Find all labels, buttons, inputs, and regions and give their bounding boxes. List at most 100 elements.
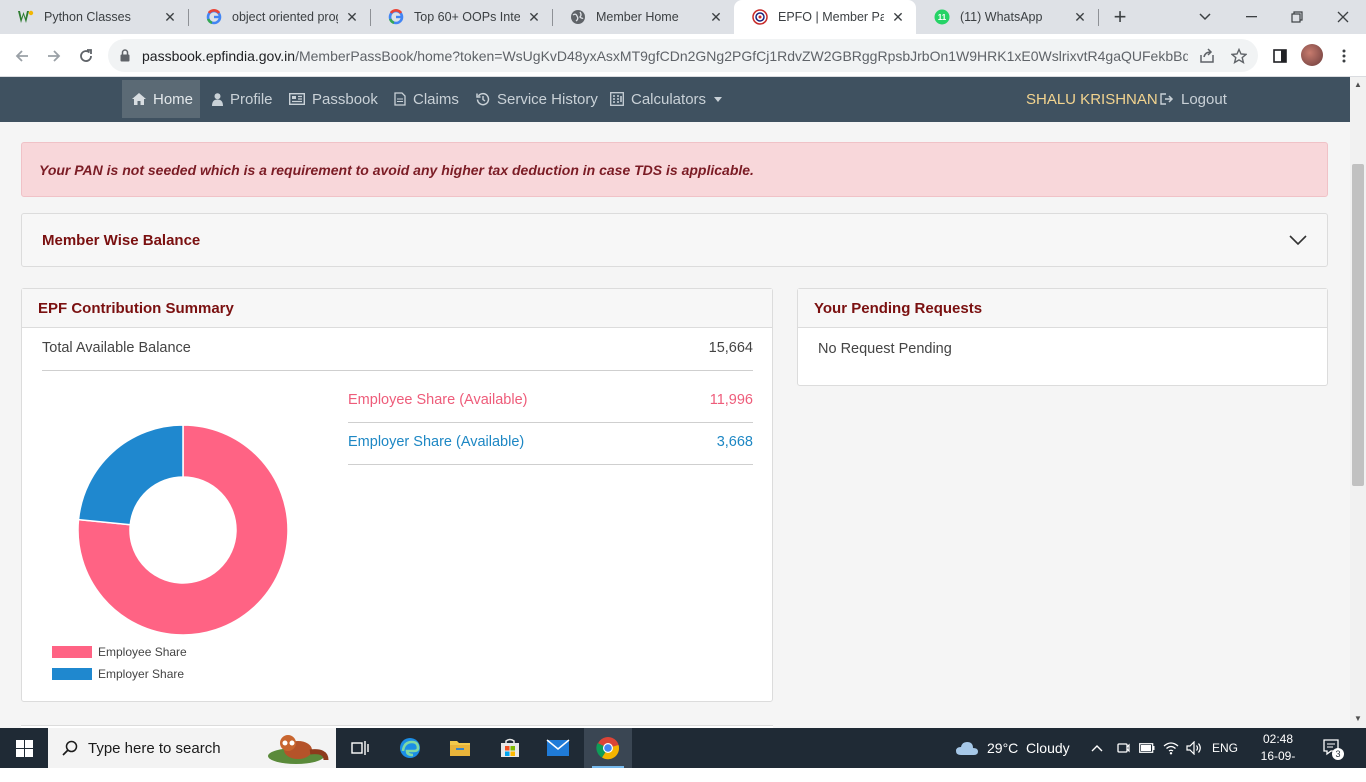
url-host: passbook.epfindia.gov.in xyxy=(142,47,296,64)
microsoft-store-icon[interactable] xyxy=(486,728,534,768)
profile-avatar[interactable] xyxy=(1301,44,1323,66)
scroll-down-arrow[interactable]: ▼ xyxy=(1354,715,1362,723)
tab-whatsapp[interactable]: 11 (11) WhatsApp ✕ xyxy=(916,0,1098,34)
tab-member-home[interactable]: Member Home ✕ xyxy=(552,0,734,34)
total-balance-value: 15,664 xyxy=(708,340,753,356)
notification-count: 3 xyxy=(1332,748,1344,760)
nav-passbook[interactable]: Passbook xyxy=(279,80,388,118)
volume-icon[interactable] xyxy=(1186,728,1202,768)
scroll-up-arrow[interactable]: ▲ xyxy=(1354,81,1362,89)
lock-icon[interactable] xyxy=(120,49,132,62)
legend-label: Employer Share xyxy=(98,667,185,681)
clock-time: 02:48 xyxy=(1262,732,1294,746)
close-tab-icon[interactable]: ✕ xyxy=(526,9,542,25)
new-tab-button[interactable]: + xyxy=(1108,4,1132,29)
donut-slice-employer-share[interactable] xyxy=(77,424,184,526)
close-tab-icon[interactable]: ✕ xyxy=(708,9,724,25)
logout-icon xyxy=(1160,93,1174,105)
battery-icon[interactable] xyxy=(1139,728,1155,768)
address-bar[interactable]: passbook.epfindia.gov.in/MemberPassBook/… xyxy=(108,39,1258,72)
close-tab-icon[interactable]: ✕ xyxy=(890,9,906,25)
employee-share-label: Employee Share (Available) xyxy=(348,392,528,408)
divider xyxy=(42,370,753,371)
logout-link[interactable]: Logout xyxy=(1150,80,1237,118)
file-explorer-icon[interactable] xyxy=(436,728,484,768)
w-logo-icon xyxy=(18,9,34,25)
notifications-icon[interactable]: 3 xyxy=(1322,728,1344,768)
divider xyxy=(348,422,753,423)
nav-home[interactable]: Home xyxy=(122,80,200,118)
mail-icon[interactable] xyxy=(534,728,582,768)
google-g-icon xyxy=(206,9,222,25)
globe-icon xyxy=(570,9,586,25)
url-text: passbook.epfindia.gov.in/MemberPassBook/… xyxy=(142,48,1188,64)
share-icon[interactable] xyxy=(1198,47,1216,65)
bookmark-star-icon[interactable] xyxy=(1230,47,1248,65)
clock[interactable]: 02:48 16-09-2023 xyxy=(1250,731,1306,782)
nav-label: Home xyxy=(153,90,194,108)
tab-divider xyxy=(1098,9,1099,26)
forward-button[interactable] xyxy=(40,42,68,70)
close-tab-icon[interactable]: ✕ xyxy=(162,9,178,25)
close-tab-icon[interactable]: ✕ xyxy=(1072,9,1088,25)
employer-share-label: Employer Share (Available) xyxy=(348,434,525,450)
nav-profile[interactable]: Profile xyxy=(202,80,283,118)
document-icon xyxy=(394,92,406,106)
close-tab-icon[interactable]: ✕ xyxy=(344,9,360,25)
tab-oops-interview[interactable]: Top 60+ OOPs Intervi ✕ xyxy=(370,0,552,34)
taskbar-search-box[interactable]: Type here to search xyxy=(48,728,336,768)
page-scrollbar[interactable]: ▲ ▼ xyxy=(1350,77,1366,728)
side-panel-icon[interactable] xyxy=(1266,42,1294,70)
legend-employee-share[interactable]: Employee Share xyxy=(52,645,187,659)
tab-python-classes[interactable]: Python Classes ✕ xyxy=(0,0,188,34)
user-icon xyxy=(212,92,223,106)
wifi-icon[interactable] xyxy=(1163,728,1179,768)
legend-employer-share[interactable]: Employer Share xyxy=(52,667,184,681)
tab-search-button[interactable] xyxy=(1182,0,1228,34)
browser-tab-strip: Python Classes ✕ object oriented progra … xyxy=(0,0,1366,34)
member-wise-balance-panel[interactable]: Member Wise Balance xyxy=(21,213,1328,267)
minimize-button[interactable] xyxy=(1228,0,1274,34)
scrollbar-thumb[interactable] xyxy=(1352,164,1364,486)
total-balance-row: Total Available Balance 15,664 xyxy=(42,340,753,356)
epf-contribution-panel: EPF Contribution Summary Total Available… xyxy=(21,288,773,702)
employer-share-row: Employer Share (Available) 3,668 xyxy=(348,434,753,450)
restore-button[interactable] xyxy=(1274,0,1320,34)
tab-epfo-passbook[interactable]: EPFO | Member Passb ✕ xyxy=(734,0,916,34)
tab-title: Top 60+ OOPs Intervi xyxy=(414,10,520,24)
legend-swatch-employer xyxy=(52,668,92,680)
nav-label: Profile xyxy=(230,90,273,108)
browser-menu-icon[interactable] xyxy=(1330,42,1358,70)
meet-now-icon[interactable] xyxy=(1116,728,1130,768)
no-request-text: No Request Pending xyxy=(818,341,952,357)
nav-service-history[interactable]: Service History xyxy=(466,80,608,118)
username: SHALU KRISHNAN xyxy=(1026,91,1158,108)
legend-label: Employee Share xyxy=(98,645,187,659)
epf-panel-title: EPF Contribution Summary xyxy=(22,289,772,328)
browser-toolbar: passbook.epfindia.gov.in/MemberPassBook/… xyxy=(0,34,1366,77)
tab-title: object oriented progra xyxy=(232,10,338,24)
close-window-button[interactable] xyxy=(1320,0,1366,34)
pan-alert: Your PAN is not seeded which is a requir… xyxy=(21,142,1328,197)
show-hidden-icons-chevron[interactable] xyxy=(1091,728,1103,768)
weather-widget[interactable]: 29°C Cloudy xyxy=(955,728,1070,768)
employer-share-value: 3,668 xyxy=(716,434,753,450)
chevron-down-icon[interactable] xyxy=(1289,232,1307,248)
windows-start-button[interactable] xyxy=(0,728,48,768)
back-button[interactable] xyxy=(8,42,36,70)
chrome-icon[interactable] xyxy=(584,728,632,768)
nav-calculators-dropdown[interactable]: Calculators xyxy=(600,80,732,118)
logout-label: Logout xyxy=(1181,90,1227,108)
input-language[interactable]: ENG xyxy=(1212,728,1238,768)
cloud-icon xyxy=(955,740,979,756)
pending-panel-title: Your Pending Requests xyxy=(798,289,1327,328)
nav-label: Calculators xyxy=(631,90,707,108)
edge-browser-icon[interactable] xyxy=(386,728,434,768)
google-g-icon xyxy=(388,9,404,25)
member-wise-balance-title: Member Wise Balance xyxy=(42,232,201,249)
nav-claims[interactable]: Claims xyxy=(384,80,469,118)
nav-label: Passbook xyxy=(312,90,378,108)
tab-object-oriented[interactable]: object oriented progra ✕ xyxy=(188,0,370,34)
task-view-icon[interactable] xyxy=(336,728,384,768)
reload-button[interactable] xyxy=(72,42,100,70)
